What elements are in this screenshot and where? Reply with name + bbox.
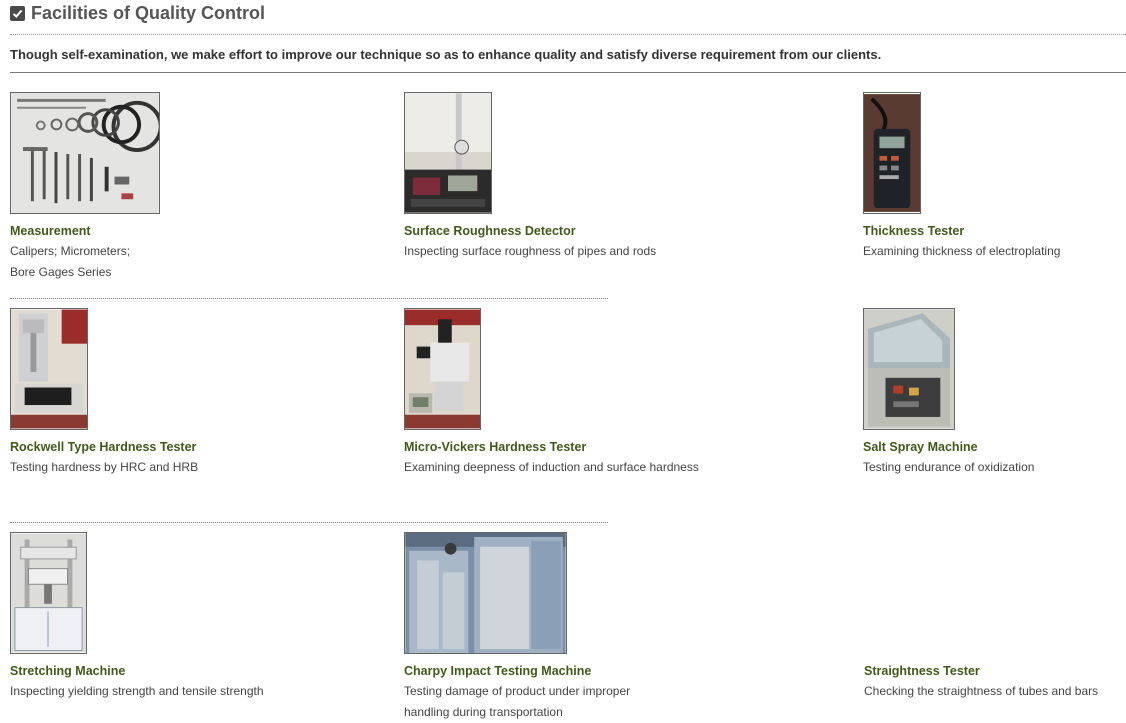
facility-desc-line: Checking the straightness of tubes and b… — [864, 684, 1099, 698]
facility-desc-line: Calipers; Micrometers; — [10, 244, 131, 258]
section-header: Facilities of Quality Control — [10, 3, 265, 24]
facility-desc-line: Testing damage of product under improper — [404, 684, 631, 698]
measurement-tools-photo[interactable] — [10, 92, 160, 214]
facility-desc: Examining deepness of induction and surf… — [404, 457, 699, 478]
facility-desc-line: Inspecting yielding strength and tensile… — [10, 684, 264, 698]
facility-desc-line: Inspecting surface roughness of pipes an… — [404, 244, 657, 258]
header-divider — [10, 34, 1126, 35]
facility-name[interactable]: Surface Roughness Detector — [404, 224, 656, 238]
facility-name[interactable]: Charpy Impact Testing Machine — [404, 664, 630, 678]
facility-item-micro-vickers: Micro-Vickers Hardness Tester Examining … — [404, 308, 699, 478]
rockwell-hardness-tester-photo[interactable] — [10, 308, 88, 430]
facility-name[interactable]: Micro-Vickers Hardness Tester — [404, 440, 699, 454]
facility-item-thickness-tester: Thickness Tester Examining thickness of … — [863, 92, 1060, 262]
row-divider — [10, 298, 608, 299]
facility-item-stretching: Stretching Machine Inspecting yielding s… — [10, 532, 264, 702]
facility-name[interactable]: Stretching Machine — [10, 664, 264, 678]
facility-name[interactable]: Measurement — [10, 224, 160, 238]
facility-item-charpy: Charpy Impact Testing Machine Testing da… — [404, 532, 630, 723]
facility-item-salt-spray: Salt Spray Machine Testing endurance of … — [863, 308, 1034, 478]
facility-desc: Checking the straightness of tubes and b… — [864, 681, 1098, 702]
facility-desc-line: Bore Gages Series — [10, 265, 112, 279]
thickness-tester-photo[interactable] — [863, 92, 921, 214]
page-title: Facilities of Quality Control — [31, 3, 266, 23]
intro-text: Though self-examination, we make effort … — [10, 47, 882, 62]
micro-vickers-tester-photo[interactable] — [404, 308, 481, 430]
facility-desc: Examining thickness of electroplating — [863, 241, 1060, 262]
facility-name[interactable]: Rockwell Type Hardness Tester — [10, 440, 198, 454]
stretching-machine-photo[interactable] — [10, 532, 87, 654]
facility-name[interactable]: Thickness Tester — [863, 224, 1060, 238]
facility-desc-line: Testing endurance of oxidization — [863, 460, 1035, 474]
facility-desc-line: Examining deepness of induction and surf… — [404, 460, 699, 474]
facility-item-straightness: Straightness Tester Checking the straigh… — [864, 654, 1098, 702]
salt-spray-machine-photo[interactable] — [863, 308, 955, 430]
checkbox-icon — [10, 6, 25, 21]
row-divider — [10, 522, 608, 523]
facility-desc: Calipers; Micrometers; Bore Gages Series — [10, 241, 160, 283]
facility-desc: Testing hardness by HRC and HRB — [10, 457, 198, 478]
facility-desc: Testing damage of product under improper… — [404, 681, 630, 723]
facility-item-surface-roughness: Surface Roughness Detector Inspecting su… — [404, 92, 656, 262]
facility-item-rockwell: Rockwell Type Hardness Tester Testing ha… — [10, 308, 198, 478]
facility-desc: Testing endurance of oxidization — [863, 457, 1034, 478]
facility-name[interactable]: Salt Spray Machine — [863, 440, 1034, 454]
facility-name[interactable]: Straightness Tester — [864, 664, 1098, 678]
facility-desc-line: handling during transportation — [404, 705, 563, 719]
surface-roughness-detector-photo[interactable] — [404, 92, 492, 214]
facility-desc: Inspecting yielding strength and tensile… — [10, 681, 264, 702]
intro-divider — [10, 72, 1126, 73]
facility-desc-line: Testing hardness by HRC and HRB — [10, 460, 199, 474]
facility-desc-line: Examining thickness of electroplating — [863, 244, 1061, 258]
charpy-impact-machine-photo[interactable] — [404, 532, 567, 654]
facility-item-measurement: Measurement Calipers; Micrometers; Bore … — [10, 92, 160, 283]
facility-desc: Inspecting surface roughness of pipes an… — [404, 241, 656, 262]
